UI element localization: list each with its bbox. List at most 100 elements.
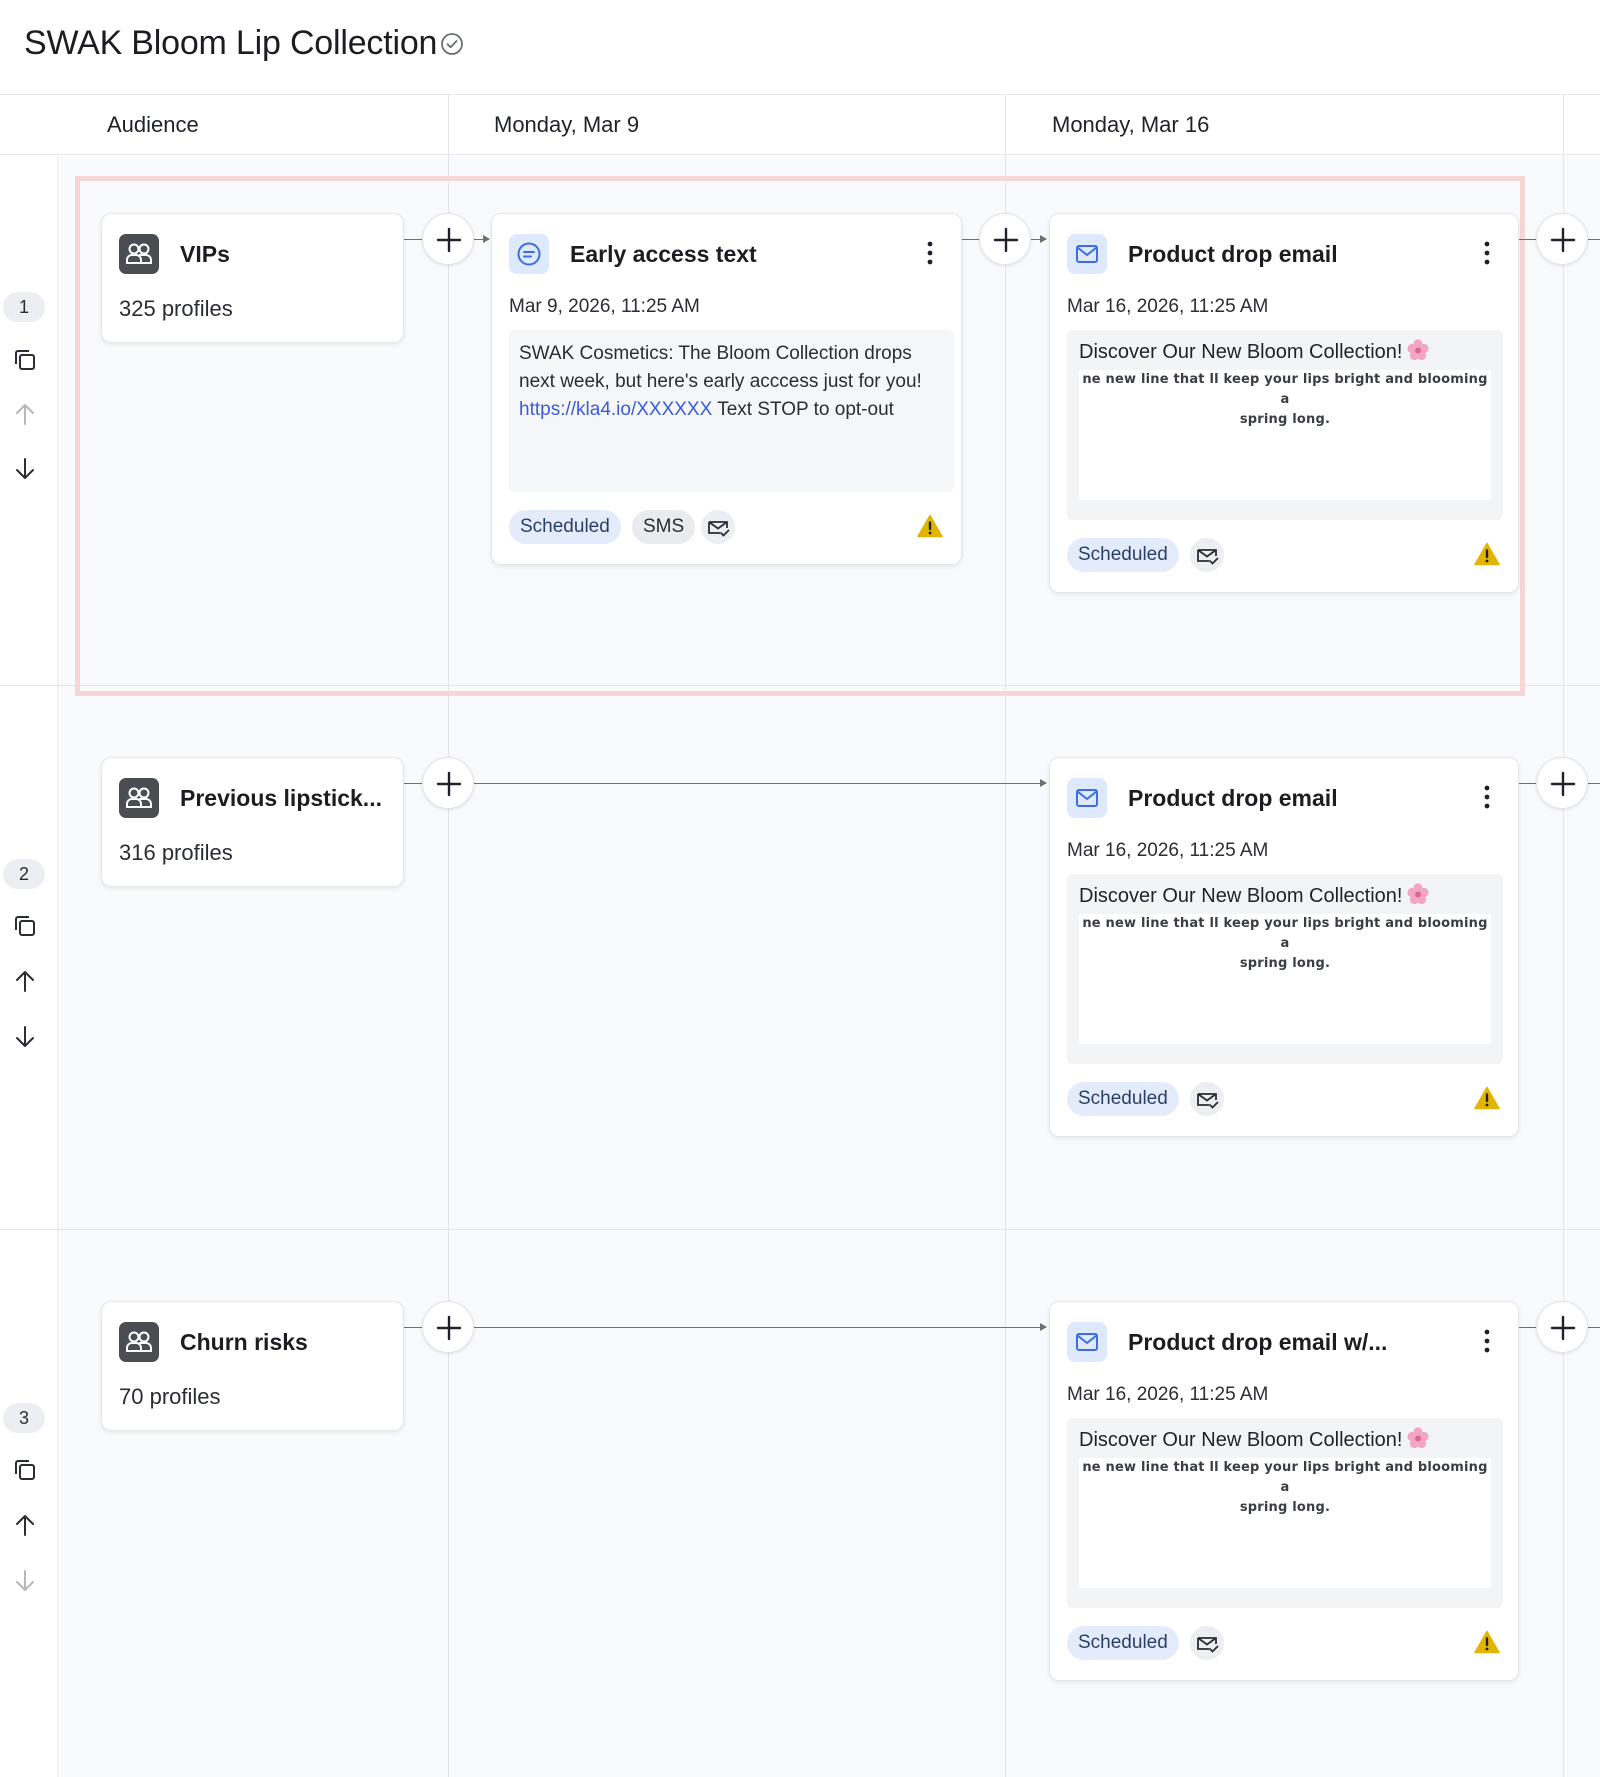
plus-icon xyxy=(1550,1315,1576,1341)
audience-card-vips[interactable]: VIPs 325 profiles xyxy=(101,213,404,343)
send-check-badge xyxy=(1190,538,1224,572)
add-step-button[interactable] xyxy=(1536,1301,1588,1353)
move-row-up-icon[interactable] xyxy=(12,1512,38,1538)
more-options-icon[interactable] xyxy=(1482,1328,1492,1354)
warning-icon[interactable] xyxy=(1474,1086,1500,1110)
more-options-icon[interactable] xyxy=(1482,240,1492,266)
warning-icon[interactable] xyxy=(917,514,943,538)
add-step-button[interactable] xyxy=(422,213,474,265)
status-badge: Scheduled xyxy=(1067,538,1179,572)
plus-icon xyxy=(1550,771,1576,797)
audience-profile-count: 70 profiles xyxy=(119,1384,221,1409)
connector-line xyxy=(1519,239,1537,240)
connector-arrow xyxy=(1040,235,1047,243)
email-preview-heading: Discover Our New Bloom Collection! xyxy=(1079,338,1430,364)
send-check-badge xyxy=(1190,1082,1224,1116)
add-step-button[interactable] xyxy=(1536,757,1588,809)
flower-icon xyxy=(1407,883,1430,905)
connector-line xyxy=(404,1327,422,1328)
connector-line xyxy=(1519,1327,1537,1328)
status-badge: Scheduled xyxy=(509,510,621,544)
channel-badge: SMS xyxy=(632,510,696,544)
audience-name: Previous lipstick... xyxy=(180,785,382,811)
connector-line xyxy=(474,1327,1041,1328)
sms-body-text: SWAK Cosmetics: The Bloom Collection dro… xyxy=(519,343,922,392)
add-step-button[interactable] xyxy=(422,757,474,809)
email-preview-line: ne new line that ll keep your lips brigh… xyxy=(1082,372,1488,407)
duplicate-row-icon[interactable] xyxy=(12,347,38,373)
connector-line xyxy=(1519,783,1537,784)
send-datetime: Mar 9, 2026, 11:25 AM xyxy=(509,296,700,317)
warning-icon[interactable] xyxy=(1474,542,1500,566)
audience-name: Churn risks xyxy=(180,1329,308,1355)
add-step-button[interactable] xyxy=(1536,213,1588,265)
email-preview-text: ne new line that ll keep your lips brigh… xyxy=(1079,370,1491,430)
audience-card-churn-risks[interactable]: Churn risks 70 profiles xyxy=(101,1301,404,1431)
campaign-title: SWAK Bloom Lip Collection xyxy=(24,24,438,62)
email-preview: Discover Our New Bloom Collection! ne ne… xyxy=(1067,874,1503,1064)
mail-check-icon xyxy=(1197,549,1219,565)
email-preview-line: ne new line that ll keep your lips brigh… xyxy=(1082,1460,1488,1495)
email-message-card[interactable]: Product drop email Mar 16, 2026, 11:25 A… xyxy=(1049,213,1519,593)
move-row-down-icon[interactable] xyxy=(12,1024,38,1050)
column-header-audience: Audience xyxy=(107,112,199,137)
sms-body-text: Text STOP to opt-out xyxy=(712,399,894,420)
duplicate-row-icon[interactable] xyxy=(12,913,38,939)
warning-icon[interactable] xyxy=(1474,1630,1500,1654)
connector-line xyxy=(404,783,422,784)
duplicate-row-icon[interactable] xyxy=(12,1457,38,1483)
move-row-down-icon[interactable] xyxy=(12,456,38,482)
status-badge: Scheduled xyxy=(1067,1626,1179,1660)
message-title: Product drop email w/... xyxy=(1128,1329,1388,1355)
email-preview-body: ne new line that ll keep your lips brigh… xyxy=(1079,914,1491,1044)
plus-icon xyxy=(436,771,462,797)
connector-line xyxy=(1588,783,1600,784)
email-message-card[interactable]: Product drop email w/... Mar 16, 2026, 1… xyxy=(1049,1301,1519,1681)
add-step-button[interactable] xyxy=(979,213,1031,265)
email-preview-line: spring long. xyxy=(1239,956,1331,971)
connector-line xyxy=(404,239,422,240)
email-preview-heading-text: Discover Our New Bloom Collection! xyxy=(1079,1429,1403,1451)
email-preview: Discover Our New Bloom Collection! ne ne… xyxy=(1067,1418,1503,1608)
audience-group-icon xyxy=(119,234,159,274)
audience-card-previous-lipstick[interactable]: Previous lipstick... 316 profiles xyxy=(101,757,404,887)
connector-arrow xyxy=(483,235,490,243)
connector-arrow xyxy=(1040,779,1047,787)
sms-link[interactable]: https://kla4.io/XXXXXX xyxy=(519,399,712,420)
add-step-button[interactable] xyxy=(422,1301,474,1353)
move-row-up-icon[interactable] xyxy=(12,401,38,427)
sms-icon xyxy=(509,234,549,274)
check-circle-icon xyxy=(441,33,463,55)
email-preview-heading: Discover Our New Bloom Collection! xyxy=(1079,1426,1430,1452)
grid-column-divider xyxy=(1563,95,1564,1777)
connector-line xyxy=(1588,1327,1600,1328)
email-message-card[interactable]: Product drop email Mar 16, 2026, 11:25 A… xyxy=(1049,757,1519,1137)
audience-name: VIPs xyxy=(180,241,230,267)
email-icon xyxy=(1067,778,1107,818)
message-title: Early access text xyxy=(570,241,757,267)
audience-group-icon xyxy=(119,1322,159,1362)
column-header-row: Audience Monday, Mar 9 Monday, Mar 16 xyxy=(0,95,1600,155)
move-row-down-icon[interactable] xyxy=(12,1568,38,1594)
email-preview: Discover Our New Bloom Collection! ne ne… xyxy=(1067,330,1503,520)
send-check-badge xyxy=(701,510,735,544)
flower-icon xyxy=(1407,1427,1430,1449)
email-preview-heading-text: Discover Our New Bloom Collection! xyxy=(1079,885,1403,907)
move-row-up-icon[interactable] xyxy=(12,968,38,994)
row-number: 1 xyxy=(3,292,45,322)
mail-check-icon xyxy=(1197,1637,1219,1653)
more-options-icon[interactable] xyxy=(1482,784,1492,810)
connector-line xyxy=(962,239,980,240)
mail-check-icon xyxy=(708,521,730,537)
send-datetime: Mar 16, 2026, 11:25 AM xyxy=(1067,840,1269,861)
sms-message-card[interactable]: Early access text Mar 9, 2026, 11:25 AM … xyxy=(491,213,962,565)
status-badge: Scheduled xyxy=(1067,1082,1179,1116)
email-preview-body: ne new line that ll keep your lips brigh… xyxy=(1079,1458,1491,1588)
flower-icon xyxy=(1407,339,1430,361)
email-preview-heading: Discover Our New Bloom Collection! xyxy=(1079,882,1430,908)
email-icon xyxy=(1067,234,1107,274)
audience-profile-count: 325 profiles xyxy=(119,296,233,321)
grid-row-divider xyxy=(0,1229,1600,1230)
more-options-icon[interactable] xyxy=(925,240,935,266)
row-number: 2 xyxy=(3,859,45,889)
